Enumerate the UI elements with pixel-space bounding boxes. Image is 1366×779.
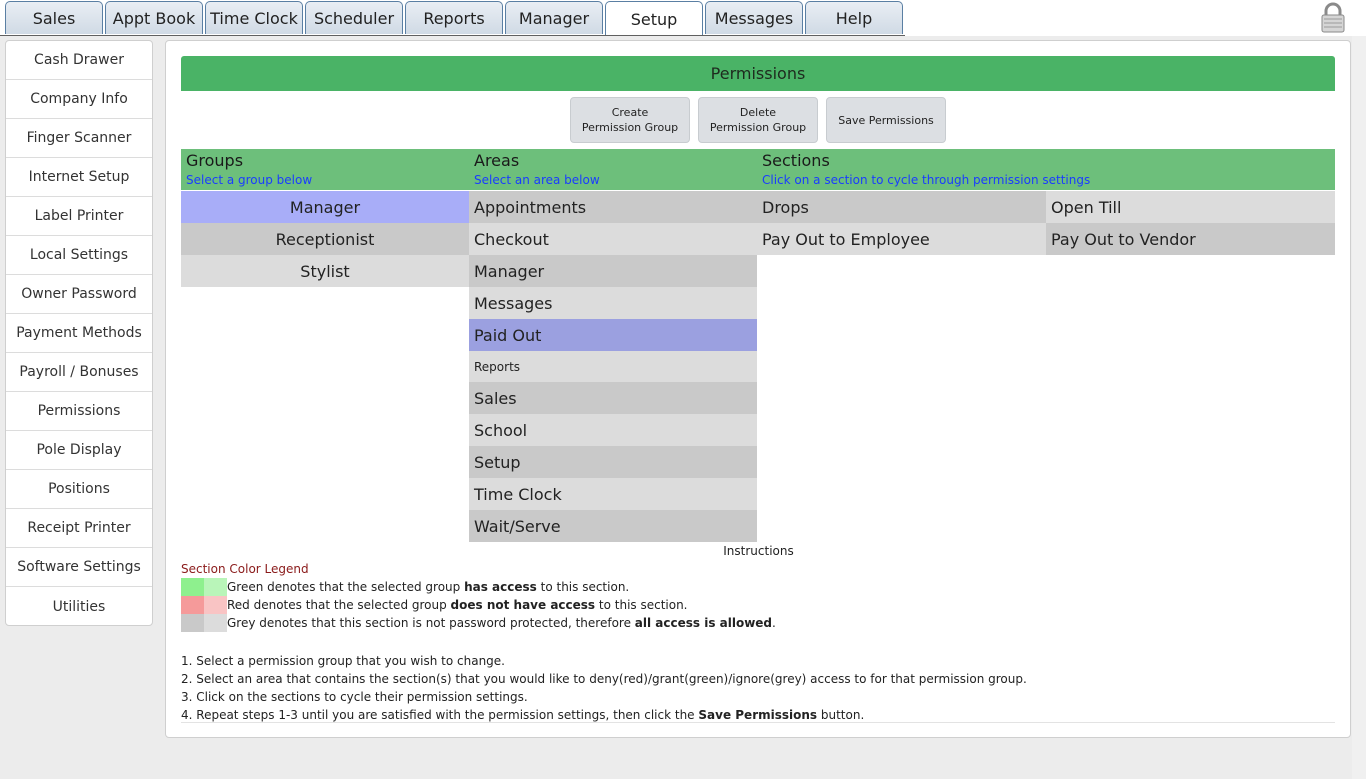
tab-messages[interactable]: Messages (705, 1, 803, 34)
instruction-step-2: 2. Select an area that contains the sect… (181, 672, 1027, 686)
groups-header-hint: Select a group below (186, 173, 313, 187)
tab-sales[interactable]: Sales (5, 1, 103, 34)
sidebar-item-local-settings[interactable]: Local Settings (6, 236, 152, 275)
tab-reports[interactable]: Reports (405, 1, 503, 34)
red-swatch-light (204, 596, 227, 614)
tab-manager[interactable]: Manager (505, 1, 603, 34)
section-item-drops[interactable]: Drops (757, 191, 1046, 223)
permissions-header: Groups Select a group below Areas Select… (181, 149, 1335, 190)
sidebar-item-payment-methods[interactable]: Payment Methods (6, 314, 152, 353)
sidebar-item-cash-drawer[interactable]: Cash Drawer (6, 41, 152, 80)
area-item-checkout[interactable]: Checkout (469, 223, 757, 255)
area-item-setup[interactable]: Setup (469, 446, 757, 478)
sidebar-item-pole-display[interactable]: Pole Display (6, 431, 152, 470)
sidebar-item-owner-password[interactable]: Owner Password (6, 275, 152, 314)
groups-header: Groups Select a group below (181, 149, 469, 190)
sidebar-item-permissions[interactable]: Permissions (6, 392, 152, 431)
sidebar-item-payroll-bonuses[interactable]: Payroll / Bonuses (6, 353, 152, 392)
tab-time-clock[interactable]: Time Clock (205, 1, 303, 34)
tab-setup[interactable]: Setup (605, 1, 703, 36)
area-item-reports[interactable]: Reports (469, 351, 757, 383)
area-item-sales[interactable]: Sales (469, 382, 757, 414)
instructions-title: Instructions (723, 544, 794, 558)
area-item-time-clock[interactable]: Time Clock (469, 478, 757, 510)
save-permissions-button[interactable]: Save Permissions (826, 97, 946, 143)
sidebar-item-finger-scanner[interactable]: Finger Scanner (6, 119, 152, 158)
tab-scheduler[interactable]: Scheduler (305, 1, 403, 34)
sidebar-item-company-info[interactable]: Company Info (6, 80, 152, 119)
tab-help[interactable]: Help (805, 1, 903, 34)
areas-header-hint: Select an area below (474, 173, 600, 187)
sidebar-item-label-printer[interactable]: Label Printer (6, 197, 152, 236)
red-swatch (181, 596, 204, 614)
area-item-school[interactable]: School (469, 414, 757, 446)
scrollbar[interactable] (1352, 36, 1366, 779)
instruction-step-1: 1. Select a permission group that you wi… (181, 654, 505, 668)
section-item-pay-out-to-employee[interactable]: Pay Out to Employee (757, 223, 1046, 255)
legend-green: Green denotes that the selected group ha… (181, 578, 629, 596)
green-swatch-light (204, 578, 227, 596)
sidebar-item-positions[interactable]: Positions (6, 470, 152, 509)
area-item-paid-out[interactable]: Paid Out (469, 319, 757, 351)
legend-title: Section Color Legend (181, 562, 309, 576)
instruction-steps: 1. Select a permission group that you wi… (181, 652, 1027, 724)
permissions-panel: Permissions Create Permission Group Dele… (165, 40, 1351, 738)
sections-header-hint: Click on a section to cycle through perm… (762, 173, 1091, 187)
tab-bar-divider (0, 35, 905, 36)
section-item-open-till[interactable]: Open Till (1046, 191, 1335, 223)
green-swatch (181, 578, 204, 596)
delete-permission-group-button[interactable]: Delete Permission Group (698, 97, 818, 143)
sidebar-item-software-settings[interactable]: Software Settings (6, 548, 152, 587)
legend-grey: Grey denotes that this section is not pa… (181, 614, 776, 632)
instruction-step-3: 3. Click on the sections to cycle their … (181, 690, 528, 704)
create-permission-group-button[interactable]: Create Permission Group (570, 97, 690, 143)
area-item-appointments[interactable]: Appointments (469, 191, 757, 223)
setup-sidebar: Cash Drawer Company Info Finger Scanner … (5, 40, 153, 626)
group-item-manager[interactable]: Manager (181, 191, 469, 223)
lock-icon[interactable] (1320, 2, 1346, 33)
sections-header: Sections Click on a section to cycle thr… (757, 149, 1335, 190)
area-item-wait-serve[interactable]: Wait/Serve (469, 510, 757, 542)
area-item-messages[interactable]: Messages (469, 287, 757, 319)
sections-header-title: Sections (762, 151, 830, 170)
group-item-receptionist[interactable]: Receptionist (181, 223, 469, 255)
sidebar-item-utilities[interactable]: Utilities (6, 587, 152, 625)
group-item-stylist[interactable]: Stylist (181, 255, 469, 287)
legend-red: Red denotes that the selected group does… (181, 596, 688, 614)
groups-header-title: Groups (186, 151, 244, 170)
areas-header: Areas Select an area below (469, 149, 757, 190)
tab-appt-book[interactable]: Appt Book (105, 1, 203, 34)
page-title: Permissions (181, 56, 1335, 91)
area-item-manager[interactable]: Manager (469, 255, 757, 287)
grey-swatch (181, 614, 204, 632)
sidebar-item-receipt-printer[interactable]: Receipt Printer (6, 509, 152, 548)
grey-swatch-light (204, 614, 227, 632)
section-item-pay-out-to-vendor[interactable]: Pay Out to Vendor (1046, 223, 1335, 255)
top-tab-bar: Sales Appt Book Time Clock Scheduler Rep… (0, 0, 1366, 36)
areas-header-title: Areas (474, 151, 520, 170)
sidebar-item-internet-setup[interactable]: Internet Setup (6, 158, 152, 197)
divider (181, 722, 1335, 723)
